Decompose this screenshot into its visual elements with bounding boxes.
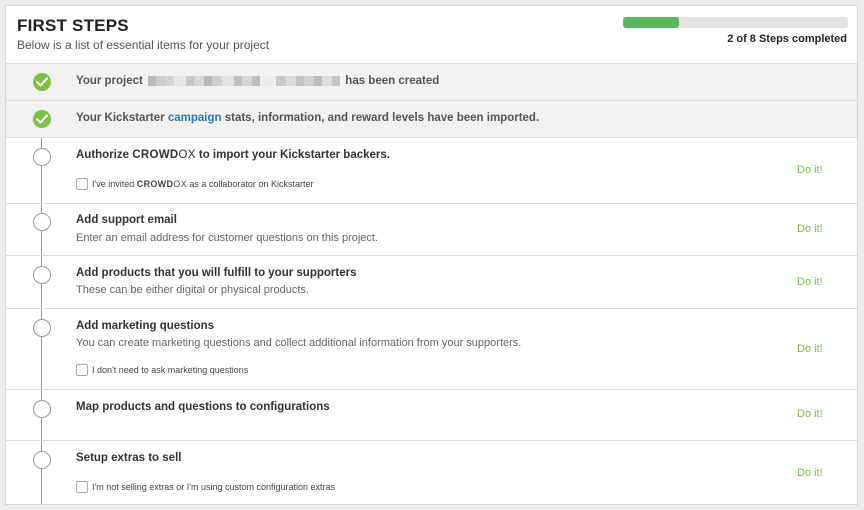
step-title: Your Kickstarter campaign stats, informa…	[76, 112, 540, 124]
no-marketing-checkbox-row[interactable]: I don't need to ask marketing questions	[76, 364, 248, 376]
step-setup-extras: Setup extras to sell I'm not selling ext…	[6, 440, 857, 504]
page-title: FIRST STEPS	[17, 16, 129, 35]
collaborator-checkbox[interactable]	[76, 178, 88, 190]
step-title: Setup extras to sell	[76, 452, 182, 464]
step-project-created: Your project has been created	[6, 63, 857, 100]
page-subtitle: Below is a list of essential items for y…	[17, 38, 270, 52]
step-add-products: Add products that you will fulfill to yo…	[6, 255, 857, 308]
do-it-button[interactable]: Do it!	[797, 276, 823, 288]
check-icon	[33, 73, 51, 91]
step-authorize-crowdox: Authorize CROWDOX to import your Kicksta…	[6, 137, 857, 203]
step-title: Add support email	[76, 214, 177, 226]
step-title: Add marketing questions	[76, 320, 215, 332]
progress-bar-fill	[623, 17, 680, 28]
header: FIRST STEPS Below is a list of essential…	[6, 6, 857, 63]
no-extras-checkbox[interactable]	[76, 481, 88, 493]
step-status-circle	[33, 319, 51, 337]
step-title: Your project has been created	[76, 75, 440, 88]
redacted-project-name	[148, 75, 341, 87]
no-extras-checkbox-row[interactable]: I'm not selling extras or I'm using cust…	[76, 481, 335, 493]
step-map-configurations: Map products and questions to configurat…	[6, 389, 857, 440]
step-description: These can be either digital or physical …	[76, 284, 309, 296]
do-it-button[interactable]: Do it!	[797, 467, 823, 479]
step-campaign-imported: Your Kickstarter campaign stats, informa…	[6, 100, 857, 137]
step-description: Enter an email address for customer ques…	[76, 232, 379, 244]
do-it-button[interactable]: Do it!	[797, 408, 823, 420]
step-title: Authorize CROWDOX to import your Kicksta…	[76, 149, 390, 161]
crowdox-logo: CROWDOX	[132, 149, 196, 161]
do-it-button[interactable]: Do it!	[797, 164, 823, 176]
no-marketing-checkbox[interactable]	[76, 364, 88, 376]
check-icon	[33, 110, 51, 128]
step-description: You can create marketing questions and c…	[76, 337, 522, 349]
step-support-email: Add support email Enter an email address…	[6, 203, 857, 255]
do-it-button[interactable]: Do it!	[797, 223, 823, 235]
step-marketing-questions: Add marketing questions You can create m…	[6, 308, 857, 389]
step-status-circle	[33, 400, 51, 418]
campaign-link[interactable]: campaign	[168, 112, 222, 124]
progress-bar	[623, 17, 848, 28]
first-steps-card: FIRST STEPS Below is a list of essential…	[5, 5, 858, 505]
do-it-button[interactable]: Do it!	[797, 343, 823, 355]
step-status-circle	[33, 266, 51, 284]
step-status-circle	[33, 451, 51, 469]
step-status-circle	[33, 213, 51, 231]
step-title: Map products and questions to configurat…	[76, 401, 330, 413]
step-status-circle	[33, 148, 51, 166]
collaborator-checkbox-row[interactable]: I've invited CROWDOX as a collaborator o…	[76, 178, 313, 190]
progress-text: 2 of 8 Steps completed	[727, 33, 847, 45]
crowdox-logo: CROWDOX	[136, 179, 187, 189]
step-title: Add products that you will fulfill to yo…	[76, 267, 357, 279]
